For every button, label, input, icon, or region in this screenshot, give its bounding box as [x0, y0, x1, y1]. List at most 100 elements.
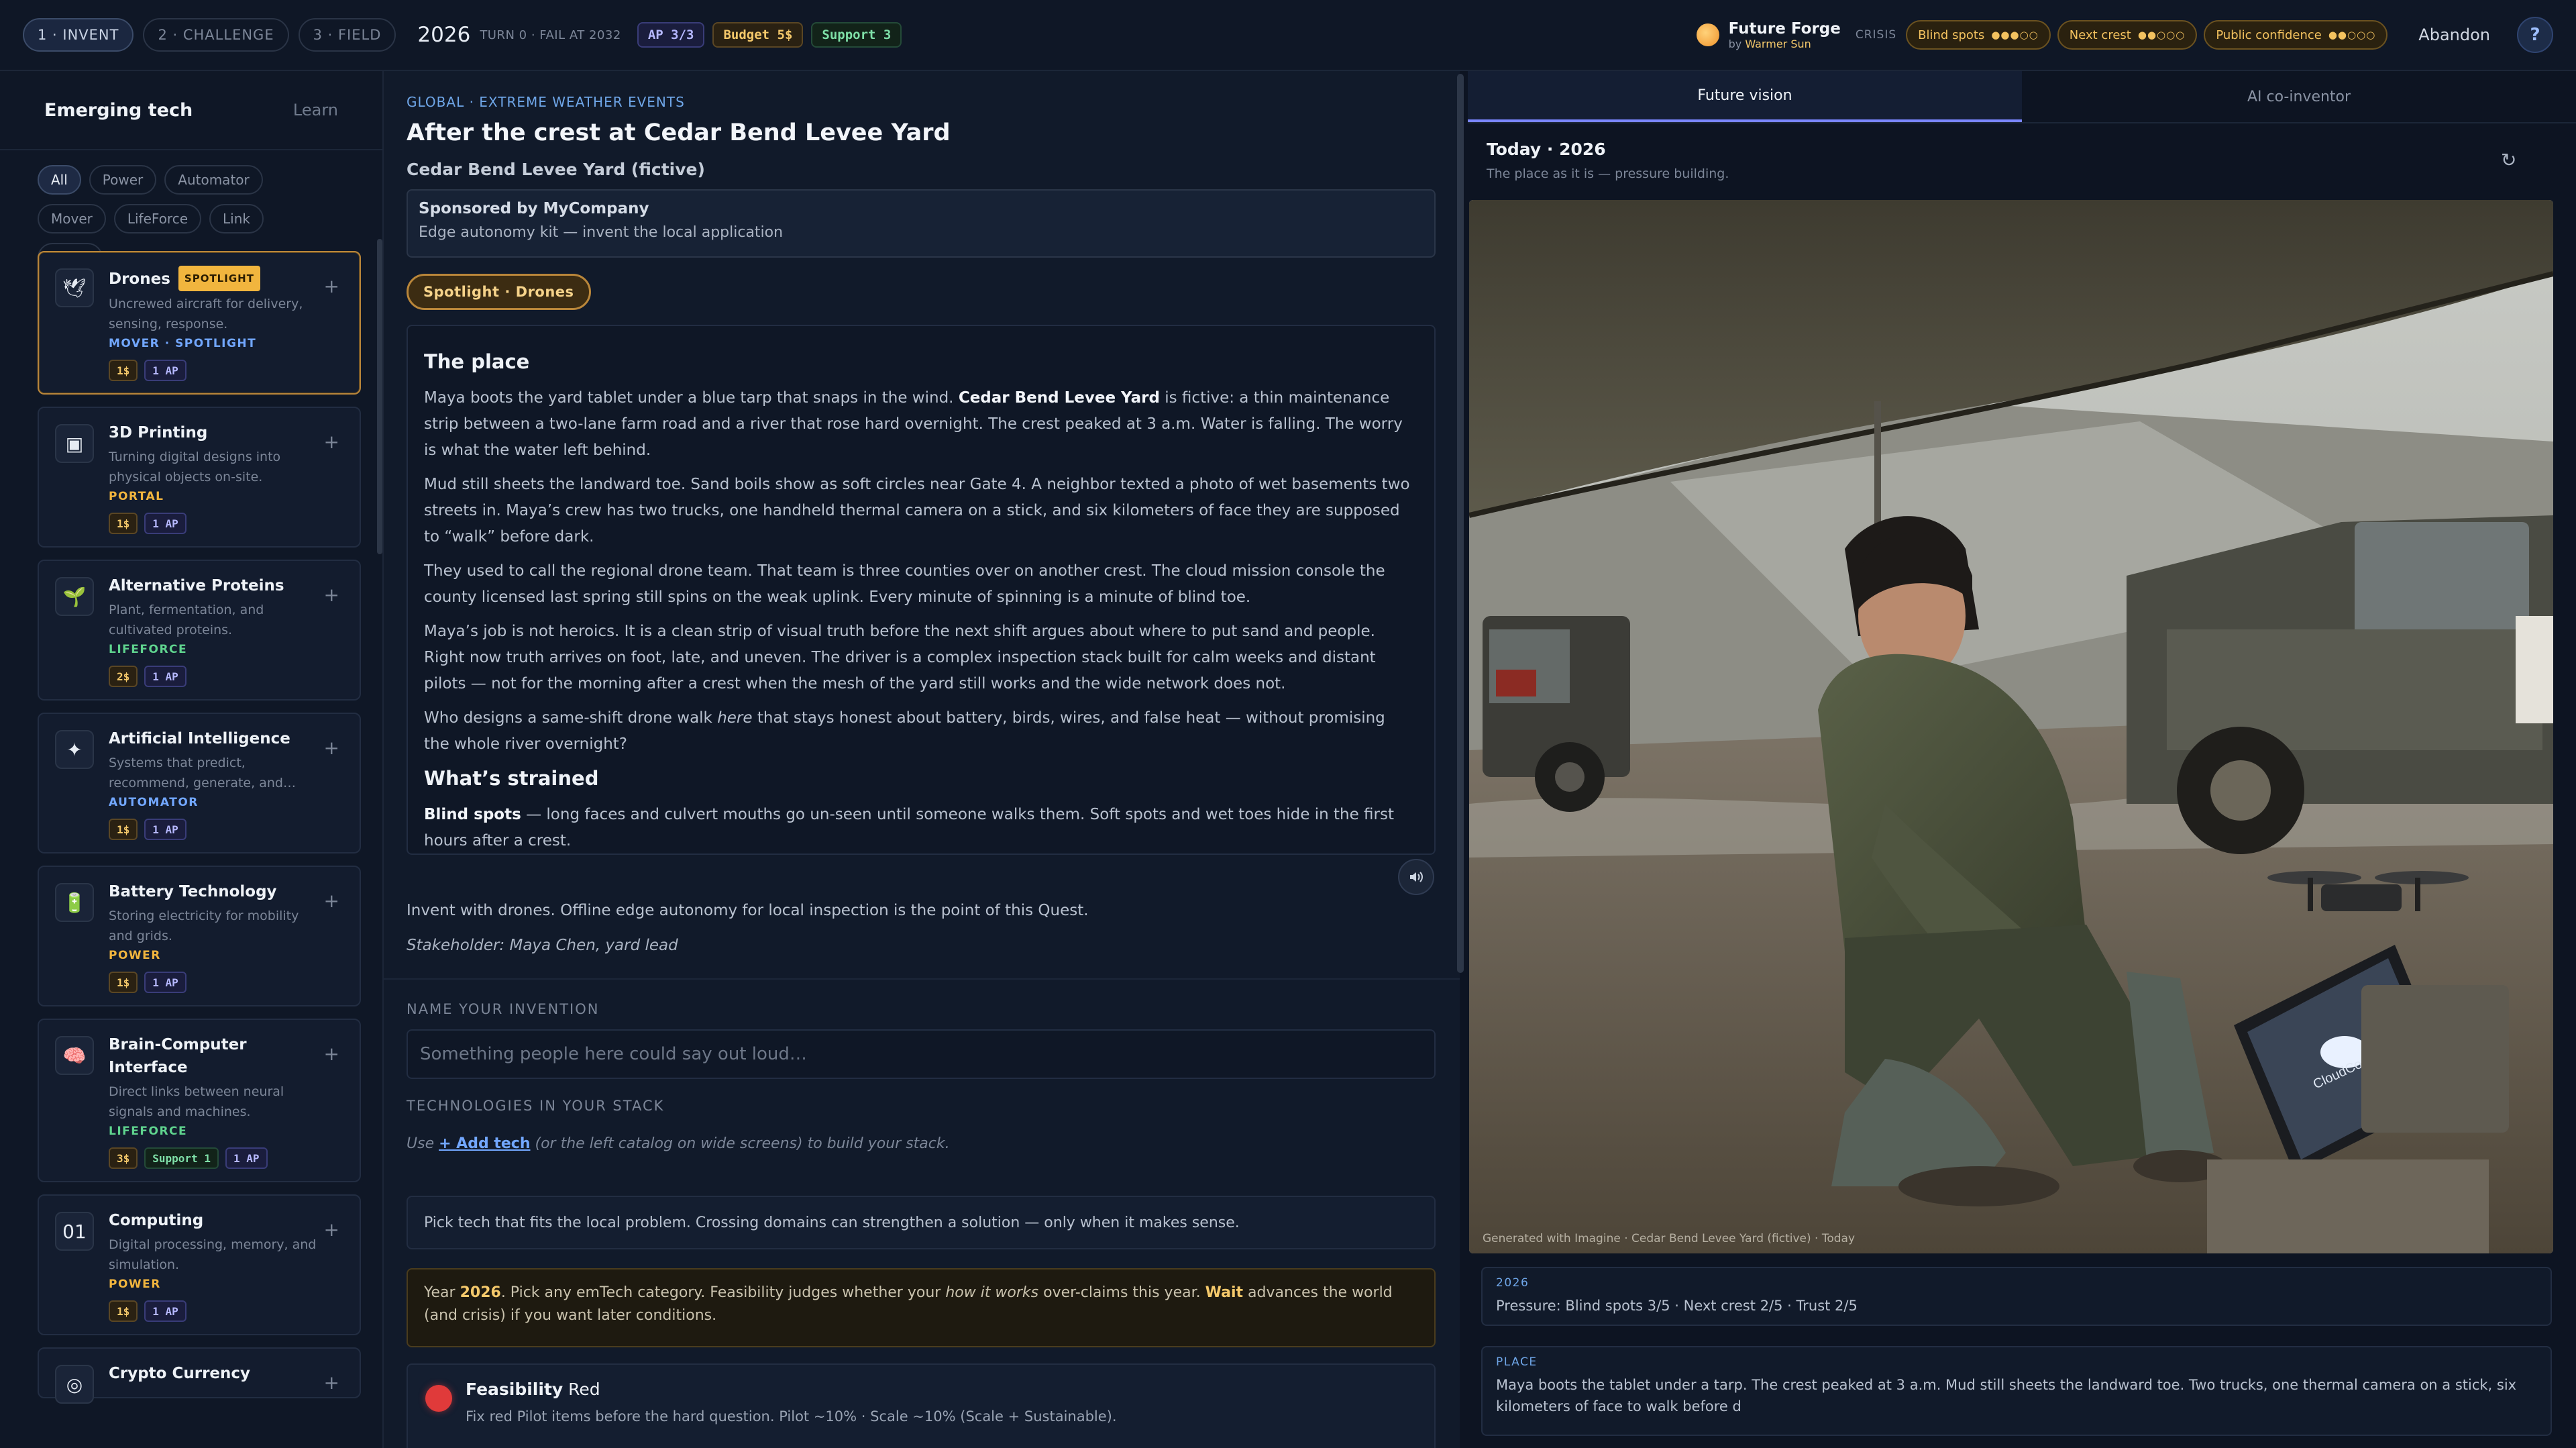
- add-tech-plus-icon[interactable]: +: [324, 1372, 339, 1394]
- center-scrollbar[interactable]: [1457, 74, 1464, 973]
- cost-badge: 1$: [109, 360, 138, 381]
- tech-card-costs: 1$ 1 AP: [109, 972, 343, 993]
- tech-card-name: Brain-Computer Interface: [109, 1036, 247, 1076]
- sidebar-scrollbar[interactable]: [377, 239, 382, 554]
- feasibility-title: Feasibility Red: [466, 1380, 600, 1399]
- filter-chip-link[interactable]: Link: [209, 204, 264, 234]
- tech-card-category: PORTAL: [109, 490, 164, 503]
- step-challenge[interactable]: 2 · CHALLENGE: [143, 18, 289, 52]
- sponsor-box: Sponsored by MyCompany Edge autonomy kit…: [407, 189, 1436, 258]
- tech-card-computing[interactable]: 01 + Computing Digital processing, memory, …: [38, 1194, 361, 1335]
- tech-card-category: LIFEFORCE: [109, 1125, 188, 1138]
- spotlight-tag: SPOTLIGHT: [178, 266, 260, 291]
- tab-ai-co-inventor[interactable]: AI co-inventor: [2022, 71, 2576, 122]
- hint-box: Pick tech that fits the local problem. C…: [407, 1196, 1436, 1249]
- dove-icon: 🕊: [55, 268, 94, 307]
- tech-card-name: Computing: [109, 1212, 204, 1229]
- brand: Future Forge by Warmer Sun: [1729, 20, 1841, 50]
- add-tech-plus-icon[interactable]: +: [324, 890, 339, 912]
- tech-card-crypto-currency[interactable]: ◎ + Crypto Currency: [38, 1347, 361, 1404]
- add-tech-plus-icon[interactable]: +: [324, 431, 339, 453]
- tech-card-artificial-intelligence[interactable]: ✦ + Artificial Intelligence Systems that pr…: [38, 713, 361, 854]
- place-name: Cedar Bend Levee Yard (fictive): [407, 160, 705, 179]
- tech-card-category: MOVER · SPOTLIGHT: [109, 337, 257, 350]
- cost-badge: 1$: [109, 1300, 138, 1322]
- tech-card-category: LIFEFORCE: [109, 643, 188, 656]
- tech-card-description: Direct links between neural signals and …: [109, 1084, 284, 1119]
- coin-icon: ◎: [55, 1365, 94, 1404]
- crisis-level-dots: ●●●○○: [1991, 29, 2039, 41]
- filter-chip-power[interactable]: Power: [89, 165, 157, 195]
- generated-scene-image: CloudConsole Generated with Imagine · Ce…: [1469, 200, 2553, 1253]
- tech-card-name: Artificial Intelligence: [109, 730, 290, 747]
- tech-card-description: Uncrewed aircraft for delivery, sensing,…: [109, 297, 303, 331]
- help-button[interactable]: ?: [2517, 17, 2553, 53]
- quest-panel: GLOBAL · EXTREME WEATHER EVENTS After th…: [384, 71, 1460, 1448]
- tech-card-drones[interactable]: 🕊 + Drones SPOTLIGHT Uncrewed aircraft for d…: [38, 251, 361, 395]
- speaker-icon[interactable]: [1398, 859, 1434, 895]
- turn-status: TURN 0 · FAIL AT 2032: [480, 28, 621, 42]
- year-note: Year 2026. Pick any emTech category. Fea…: [407, 1268, 1436, 1347]
- tech-card-description: Digital processing, memory, and simulati…: [109, 1237, 317, 1272]
- page-title: After the crest at Cedar Bend Levee Yard: [407, 119, 951, 146]
- cost-badge: 1 AP: [144, 360, 186, 381]
- cost-badge: 1 AP: [144, 819, 186, 840]
- cost-badge: 1 AP: [144, 513, 186, 534]
- step-invent[interactable]: 1 · INVENT: [23, 18, 134, 52]
- top-right-group: Future Forge by Warmer Sun CRISIS Blind …: [1696, 17, 2553, 53]
- top-bar: 1 · INVENT 2 · CHALLENGE 3 · FIELD 2026 …: [0, 0, 2576, 71]
- filter-chip-lifeforce[interactable]: LifeForce: [113, 204, 202, 234]
- cost-badge: 1$: [109, 513, 138, 534]
- tech-card-battery-technology[interactable]: 🔋 + Battery Technology Storing electricity …: [38, 866, 361, 1006]
- tech-card-brain-computer-interface[interactable]: 🧠 + Brain-Computer Interface Direct links b…: [38, 1019, 361, 1182]
- quest-instruction: Invent with drones. Offline edge autonom…: [407, 902, 1089, 919]
- cost-badge: 1 AP: [144, 972, 186, 993]
- cost-badge: 1 AP: [144, 666, 186, 687]
- vision-subtitle: The place as it is — pressure building.: [1487, 166, 1729, 181]
- add-tech-plus-icon[interactable]: +: [324, 584, 339, 606]
- add-tech-plus-icon[interactable]: +: [324, 275, 339, 297]
- story-paragraph: Mud still sheets the landward toe. Sand …: [424, 476, 1410, 546]
- crisis-public-confidence[interactable]: Public confidence ●●○○○: [2204, 20, 2388, 50]
- place-label: PLACE: [1496, 1355, 1538, 1369]
- tab-future-vision[interactable]: Future vision: [1468, 71, 2022, 122]
- filter-chip-all[interactable]: All: [38, 165, 81, 195]
- spotlight-badge[interactable]: Spotlight · Drones: [407, 274, 591, 310]
- learn-link[interactable]: Learn: [293, 101, 338, 119]
- add-tech-link[interactable]: + Add tech: [439, 1135, 530, 1152]
- stakeholder: Stakeholder: Maya Chen, yard lead: [407, 937, 678, 954]
- step-field[interactable]: 3 · FIELD: [298, 18, 396, 52]
- feasibility-box[interactable]: Feasibility Red Fix red Pilot items befo…: [407, 1363, 1436, 1448]
- crisis-next-crest[interactable]: Next crest ●●○○○: [2057, 20, 2198, 50]
- pressure-year: 2026: [1496, 1276, 1529, 1290]
- tech-card-3d-printing[interactable]: ▣ +3D Printing Turning digital designs int…: [38, 407, 361, 548]
- place-summary: Maya boots the tablet under a tarp. The …: [1496, 1377, 2517, 1414]
- add-tech-plus-icon[interactable]: +: [324, 1043, 339, 1065]
- story-paragraph: They used to call the regional drone tea…: [424, 562, 1385, 606]
- filter-chip-mover[interactable]: Mover: [38, 204, 106, 234]
- pressure-summary: Pressure: Blind spots 3/5 · Next crest 2…: [1496, 1298, 1858, 1314]
- cost-badge: 1$: [109, 972, 138, 993]
- tech-card-name: 3D Printing: [109, 424, 208, 442]
- tech-card-alternative-proteins[interactable]: 🌱 + Alternative Proteins Plant, fermentatio…: [38, 560, 361, 701]
- place-card: PLACE Maya boots the tablet under a tarp…: [1481, 1346, 2552, 1436]
- tech-card-description: Plant, fermentation, and cultivated prot…: [109, 603, 264, 637]
- crisis-level-dots: ●●○○○: [2328, 29, 2376, 41]
- crisis-blind-spots[interactable]: Blind spots ●●●○○: [1906, 20, 2051, 50]
- abandon-button[interactable]: Abandon: [2418, 25, 2490, 44]
- refresh-icon[interactable]: ↻: [2501, 149, 2516, 171]
- budget-badge: Budget 5$: [712, 22, 804, 48]
- add-tech-plus-icon[interactable]: +: [324, 737, 339, 759]
- cost-badge: 1$: [109, 819, 138, 840]
- story-panel[interactable]: The place Maya boots the yard tablet und…: [407, 325, 1436, 855]
- sun-logo-icon: [1696, 23, 1719, 46]
- brand-byline: by Warmer Sun: [1728, 37, 1811, 50]
- section-heading-strained: What’s strained: [424, 767, 599, 790]
- support-badge: Support 3: [811, 22, 902, 48]
- story-paragraph: Blind spots — long faces and culvert mou…: [424, 806, 1394, 849]
- brand-author: Warmer Sun: [1745, 37, 1811, 50]
- filter-chip-automator[interactable]: Automator: [164, 165, 263, 195]
- invention-name-input[interactable]: [407, 1029, 1436, 1079]
- add-tech-plus-icon[interactable]: +: [324, 1219, 339, 1241]
- crisis-level-dots: ●●○○○: [2137, 29, 2186, 41]
